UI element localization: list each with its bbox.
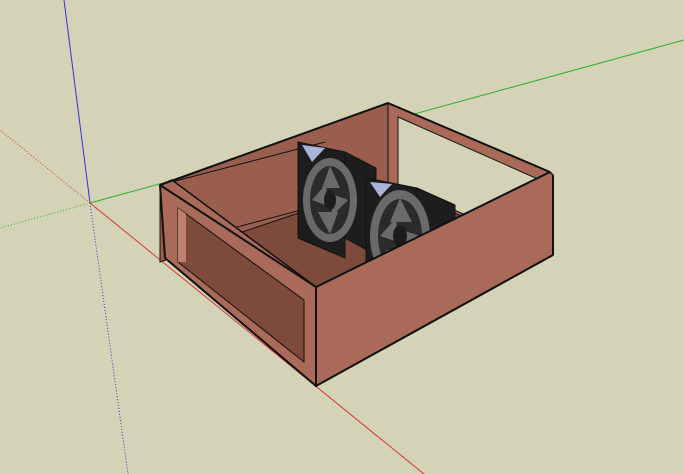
green-axis-dotted <box>0 202 91 229</box>
blue-axis-dotted <box>89 202 129 474</box>
blue-axis-solid <box>63 0 91 204</box>
red-axis-dotted <box>0 129 91 204</box>
3d-viewport[interactable] <box>0 0 684 474</box>
model-canvas[interactable] <box>0 0 684 474</box>
